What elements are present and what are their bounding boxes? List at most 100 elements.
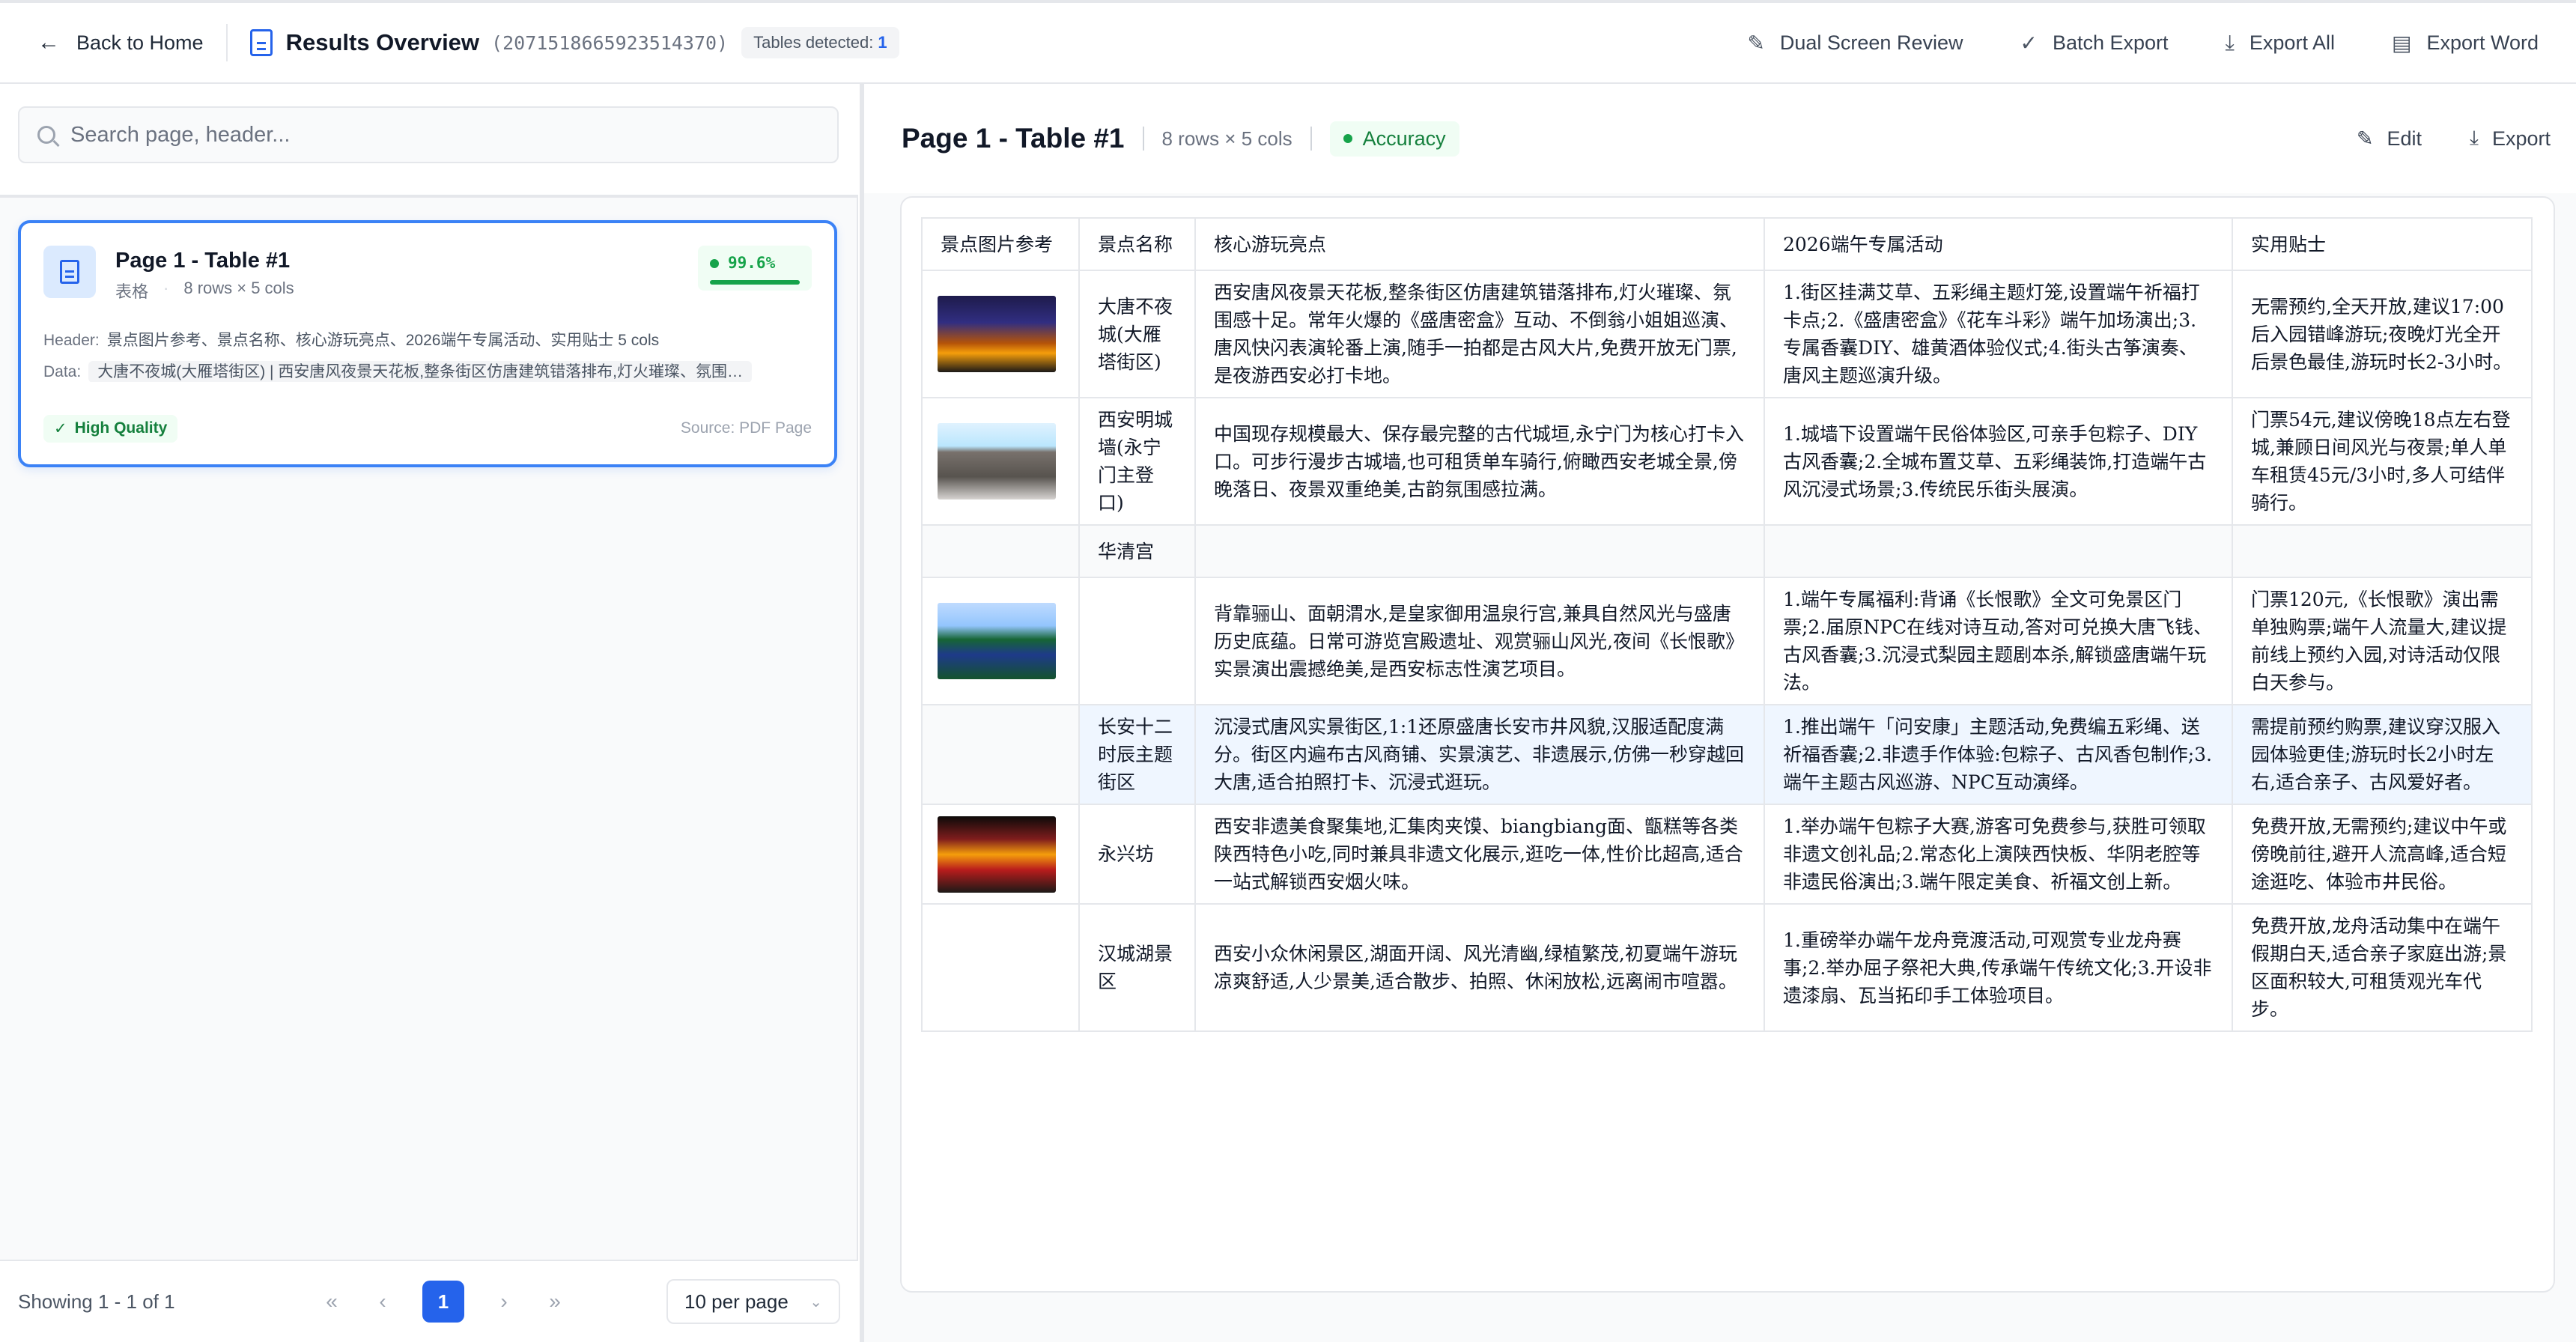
main-header: Page 1 - Table #1 8 rows × 5 cols Accura…	[864, 84, 2576, 193]
back-to-home-button[interactable]: ← Back to Home	[37, 31, 204, 55]
search-area	[0, 84, 858, 198]
per-page-value: 10 per page	[684, 1290, 789, 1313]
top-actions: ✎ Dual Screen Review ✓ Batch Export ⤓ Ex…	[1747, 31, 2539, 55]
highlights-cell: 背靠骊山、面朝渭水,是皇家御用温泉行宫,兼具自然风光与盛唐历史底蕴。日常可游览宫…	[1194, 577, 1765, 705]
tips-cell: 免费开放,无需预约;建议中午或傍晚前往,避开人流高峰,适合短途逛吃、体验市井民俗…	[2232, 804, 2533, 905]
activity-cell	[1764, 524, 2233, 578]
last-page-icon[interactable]: »	[544, 1290, 566, 1314]
activity-cell: 1.举办端午包粽子大赛,游客可免费参与,获胜可领取非遗文创礼品;2.常态化上演陕…	[1764, 804, 2233, 905]
image-cell	[921, 524, 1080, 578]
per-page-select[interactable]: 10 per page ⌄	[666, 1279, 840, 1324]
table-row: 汉城湖景区 西安小众休闲景区,湖面开阔、风光清幽,绿植繁茂,初夏端午游玩凉爽舒适…	[921, 903, 2533, 1032]
dual-screen-review-button[interactable]: ✎ Dual Screen Review	[1747, 31, 1963, 55]
tables-detected-badge: Tables detected: 1	[741, 27, 899, 58]
source-label: Source: PDF Page	[680, 419, 812, 437]
page-title: Results Overview	[285, 29, 480, 55]
table-title: Page 1 - Table #1	[902, 123, 1125, 154]
name-cell: 西安明城墙(永宁门主登口)	[1078, 397, 1196, 526]
image-cell	[921, 903, 1080, 1032]
activity-cell: 1.推出端午「问安康」主题活动,免费编五彩绳、送祈福香囊;2.非遗手作体验:包粽…	[1764, 704, 2233, 805]
search-icon	[37, 126, 55, 144]
export-button[interactable]: ⤓ Export	[2470, 127, 2551, 151]
highlights-cell: 西安非遗美食聚集地,汇集肉夹馍、biangbiang面、甑糕等各类陕西特色小吃,…	[1194, 804, 1765, 905]
high-quality-badge: ✓ High Quality	[43, 415, 178, 443]
activity-cell: 1.街区挂满艾草、五彩绳主题灯笼,设置端午祈福打卡点;2.《盛唐密盒》《花车斗彩…	[1764, 270, 2233, 398]
main-panel: Page 1 - Table #1 8 rows × 5 cols Accura…	[860, 84, 2576, 1342]
first-page-icon[interactable]: «	[321, 1290, 343, 1314]
image-cell	[921, 270, 1080, 398]
card-header-line: Header: 景点图片参考、景点名称、核心游玩亮点、2026端午专属活动、实用贴…	[43, 328, 815, 350]
activity-cell: 1.重磅举办端午龙舟竞渡活动,可观赏专业龙舟赛事;2.举办屈子祭祀大典,传承端午…	[1764, 903, 2233, 1032]
main-actions: ✎ Edit ⤓ Export	[2357, 127, 2551, 151]
status-dot-icon	[1343, 134, 1352, 143]
col-header-tips: 实用贴士	[2232, 217, 2533, 271]
export-word-label: Export Word	[2426, 31, 2539, 54]
card-data-line: Data: 大唐不夜城(大雁塔街区) | 西安唐风夜景天花板,整条街区仿唐建筑错落…	[43, 359, 815, 382]
tips-cell: 需提前预约购票,建议穿汉服入园体验更佳;游玩时长2小时左右,适合亲子、古风爱好者…	[2232, 704, 2533, 805]
dual-screen-review-label: Dual Screen Review	[1779, 31, 1963, 54]
header-text: 景点图片参考、景点名称、核心游玩亮点、2026端午专属活动、实用贴士 5 col…	[106, 332, 660, 349]
card-dims: 8 rows × 5 cols	[183, 279, 294, 297]
download-icon: ⤓	[2470, 127, 2479, 149]
search-input[interactable]	[70, 122, 744, 148]
accuracy-badge: Accuracy	[1329, 121, 1459, 157]
accuracy-label: Accuracy	[1362, 127, 1446, 150]
palace-lake-photo	[938, 603, 1056, 679]
data-label: Data:	[43, 363, 82, 380]
tips-cell: 免费开放,龙舟活动集中在端午假期白天,适合亲子家庭出游;景区面积较大,可租赁观光…	[2232, 903, 2533, 1032]
export-all-label: Export All	[2249, 31, 2335, 54]
highlights-cell	[1194, 524, 1765, 578]
table-row: 华清宫	[921, 524, 2533, 578]
card-document-icon	[43, 246, 96, 298]
batch-export-button[interactable]: ✓ Batch Export	[2020, 31, 2168, 55]
sidebar: Page 1 - Table #1 表格 · 8 rows × 5 cols 9…	[0, 84, 858, 1342]
card-type: 表格	[115, 282, 149, 301]
download-icon: ⤓	[2225, 30, 2235, 54]
divider	[225, 24, 228, 61]
name-cell	[1078, 577, 1196, 705]
edit-button[interactable]: ✎ Edit	[2357, 127, 2422, 151]
table-result-card[interactable]: Page 1 - Table #1 表格 · 8 rows × 5 cols 9…	[18, 220, 837, 467]
top-bar: ← Back to Home Results Overview (2071518…	[0, 0, 2576, 84]
highlights-cell: 沉浸式唐风实景街区,1:1还原盛唐长安市井风貌,汉服适配度满分。街区内遍布古风商…	[1194, 704, 1765, 805]
table-row: 大唐不夜城(大雁塔街区) 西安唐风夜景天花板,整条街区仿唐建筑错落排布,灯火璀璨…	[921, 270, 2533, 398]
divider	[1142, 127, 1144, 151]
export-all-button[interactable]: ⤓ Export All	[2226, 31, 2335, 55]
showing-count: Showing 1 - 1 of 1	[18, 1290, 175, 1313]
table-header-row: 景点图片参考 景点名称 核心游玩亮点 2026端午专属活动 实用贴士	[921, 217, 2533, 271]
pagination: Showing 1 - 1 of 1 « ‹ 1 › » 10 per page…	[0, 1260, 858, 1342]
card-subtitle: 表格 · 8 rows × 5 cols	[115, 279, 294, 303]
file-icon: ▤	[2391, 31, 2412, 55]
table-row-hover: 长安十二时辰主题街区 沉浸式唐风实景街区,1:1还原盛唐长安市井风貌,汉服适配度…	[921, 704, 2533, 805]
tables-detected-label: Tables detected:	[753, 33, 874, 52]
accuracy-bar	[710, 280, 800, 285]
batch-export-label: Batch Export	[2052, 31, 2169, 54]
col-header-activity: 2026端午专属活动	[1764, 217, 2233, 271]
highlights-cell: 中国现存规模最大、保存最完整的古代城垣,永宁门为核心打卡入口。可步行漫步古城墙,…	[1194, 397, 1765, 526]
image-cell	[921, 577, 1080, 705]
page-nav: « ‹ 1 › »	[321, 1281, 566, 1323]
col-header-highlights: 核心游玩亮点	[1194, 217, 1765, 271]
check-icon: ✓	[54, 420, 67, 437]
data-text: 大唐不夜城(大雁塔街区) | 西安唐风夜景天花板,整条街区仿唐建筑错落排布,灯火…	[88, 361, 752, 382]
table-row: 永兴坊 西安非遗美食聚集地,汇集肉夹馍、biangbiang面、甑糕等各类陕西特…	[921, 804, 2533, 905]
header-label: Header:	[43, 332, 100, 349]
next-page-icon[interactable]: ›	[493, 1290, 515, 1314]
prev-page-icon[interactable]: ‹	[371, 1290, 394, 1314]
status-dot-icon	[710, 259, 719, 268]
export-word-button[interactable]: ▤ Export Word	[2392, 31, 2539, 55]
tips-cell	[2232, 524, 2533, 578]
current-page-button[interactable]: 1	[422, 1281, 464, 1323]
back-label: Back to Home	[76, 31, 204, 54]
highlights-cell: 西安唐风夜景天花板,整条街区仿唐建筑错落排布,灯火璀璨、氛围感十足。常年火爆的《…	[1194, 270, 1765, 398]
export-label: Export	[2491, 127, 2551, 150]
image-cell	[921, 804, 1080, 905]
name-cell: 永兴坊	[1078, 804, 1196, 905]
table-preview-card: 景点图片参考 景点名称 核心游玩亮点 2026端午专属活动 实用贴士 大唐不夜城…	[900, 196, 2555, 1293]
food-street-gate-photo	[938, 816, 1056, 893]
card-title: Page 1 - Table #1	[115, 249, 291, 273]
arrow-left-icon: ←	[37, 30, 60, 55]
dot-separator: ·	[163, 279, 169, 297]
table-row: 背靠骊山、面朝渭水,是皇家御用温泉行宫,兼具自然风光与盛唐历史底蕴。日常可游览宫…	[921, 577, 2533, 705]
tips-cell: 门票120元,《长恨歌》演出需单独购票;端午人流量大,建议提前线上预约入园,对诗…	[2232, 577, 2533, 705]
